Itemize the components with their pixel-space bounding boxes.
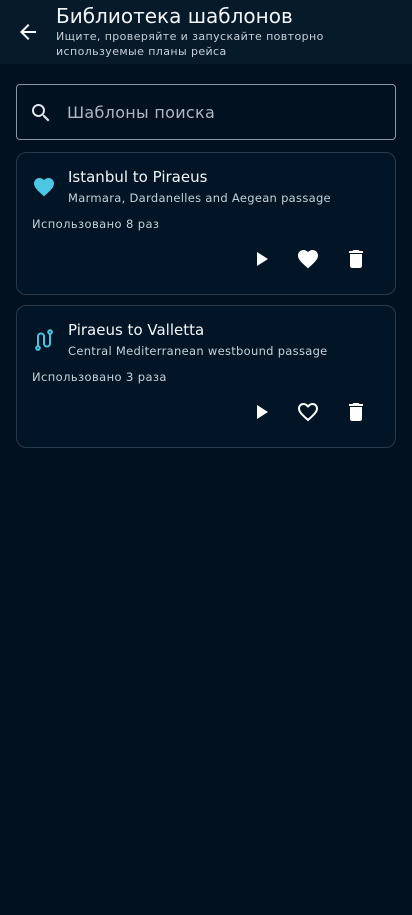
delete-template-button[interactable] <box>338 241 374 277</box>
app-bar: Библиотека шаблонов Ищите, проверяйте и … <box>0 0 412 64</box>
favorite-button[interactable] <box>290 241 326 277</box>
route-icon <box>35 329 53 351</box>
delete-template-button[interactable] <box>338 394 374 430</box>
run-template-button[interactable] <box>243 394 279 430</box>
back-button[interactable] <box>10 14 46 50</box>
template-usage: Использовано 3 раза <box>32 370 167 384</box>
trash-icon <box>349 403 363 421</box>
template-usage: Использовано 8 раз <box>32 217 160 231</box>
heart-outline-icon <box>298 403 318 422</box>
arrow-back-icon <box>20 24 36 40</box>
heart-filled-icon <box>298 250 318 269</box>
play-icon <box>257 405 268 419</box>
page-subtitle: Ищите, проверяйте и запускайте повторно … <box>56 30 324 58</box>
page-title: Библиотека шаблонов <box>56 4 293 28</box>
template-description: Marmara, Dardanelles and Aegean passage <box>68 191 331 205</box>
heart-icon <box>34 178 54 197</box>
search-field[interactable] <box>16 84 396 140</box>
template-name: Piraeus to Valletta <box>68 321 205 339</box>
template-name: Istanbul to Piraeus <box>68 168 208 186</box>
template-card[interactable]: Piraeus to Valletta Central Mediterranea… <box>16 305 396 448</box>
favorite-button[interactable] <box>290 394 326 430</box>
trash-icon <box>349 250 363 268</box>
run-template-button[interactable] <box>243 241 279 277</box>
search-input[interactable] <box>67 85 387 139</box>
play-icon <box>257 252 268 266</box>
search-icon <box>32 104 50 122</box>
template-card[interactable]: Istanbul to Piraeus Marmara, Dardanelles… <box>16 152 396 295</box>
template-description: Central Mediterranean westbound passage <box>68 344 328 358</box>
